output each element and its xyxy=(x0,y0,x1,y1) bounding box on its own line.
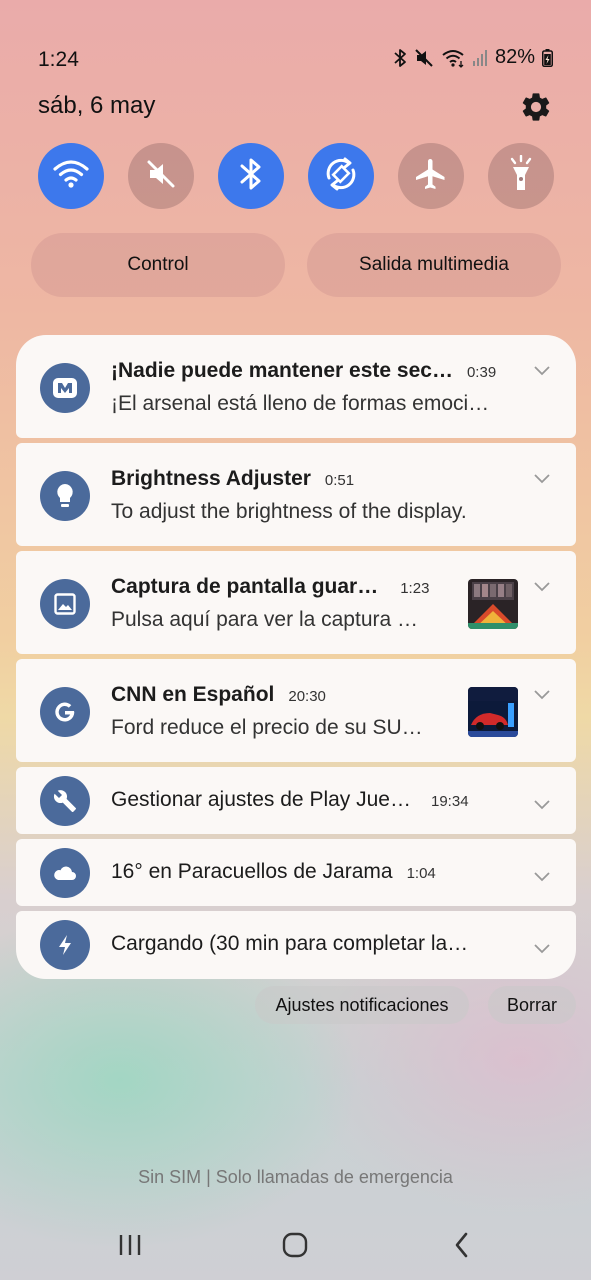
notification-body: Pulsa aquí para ver la captura … xyxy=(111,608,419,631)
chevron-down-icon[interactable] xyxy=(534,869,550,882)
notification-time: 1:04 xyxy=(406,865,436,882)
google-icon xyxy=(40,687,90,737)
sim-status-text: Sin SIM | Solo llamadas de emergencia xyxy=(138,1167,453,1187)
status-time: 1:24 xyxy=(38,48,79,71)
screenshot-thumbnail xyxy=(468,579,518,629)
signal-icon xyxy=(472,49,488,67)
notification-body: Ford reduce el precio de su SU… xyxy=(111,716,423,739)
notification-card[interactable]: Cargando (30 min para completar la… xyxy=(16,911,576,979)
quick-settings xyxy=(38,143,554,209)
chevron-down-icon[interactable] xyxy=(534,797,550,810)
qs-airplane-toggle[interactable] xyxy=(398,143,464,209)
notification-title: ¡Nadie puede mantener este sec… xyxy=(111,359,453,382)
charging-icon xyxy=(40,920,90,970)
notification-body: ¡El arsenal está lleno de formas emoci… xyxy=(111,392,490,415)
gear-icon[interactable] xyxy=(519,90,553,124)
notification-panel: ¡Nadie puede mantener este sec… 0:39 ¡El… xyxy=(16,335,576,979)
mute-icon xyxy=(414,48,434,68)
notification-card[interactable]: Gestionar ajustes de Play Jue… 19:34 xyxy=(16,767,576,834)
chevron-down-icon[interactable] xyxy=(534,941,550,954)
cloud-icon xyxy=(40,848,90,898)
mute-icon xyxy=(145,158,177,195)
notification-title: CNN en Español xyxy=(111,683,275,706)
media-output-button[interactable]: Salida multimedia xyxy=(307,233,561,297)
car-thumbnail xyxy=(468,687,518,737)
bulb-icon xyxy=(40,471,90,521)
control-button[interactable]: Control xyxy=(31,233,285,297)
clear-button[interactable]: Borrar xyxy=(488,986,576,1024)
notification-settings-button[interactable]: Ajustes notificaciones xyxy=(255,986,469,1024)
chevron-down-icon[interactable] xyxy=(534,363,550,376)
chevron-down-icon[interactable] xyxy=(534,579,550,592)
status-bar: 1:24 82% xyxy=(38,46,553,74)
airplane-icon xyxy=(413,156,449,197)
qs-sound-toggle[interactable] xyxy=(128,143,194,209)
notification-title: Captura de pantalla guar… xyxy=(111,575,379,598)
rotate-icon xyxy=(322,155,360,198)
chevron-down-icon[interactable] xyxy=(534,687,550,700)
battery-icon xyxy=(542,48,553,67)
notification-time: 1:23 xyxy=(400,580,430,597)
notification-card[interactable]: Brightness Adjuster 0:51 To adjust the b… xyxy=(16,443,576,546)
notification-time: 19:34 xyxy=(431,793,469,810)
notification-card[interactable]: 16° en Paracuellos de Jarama 1:04 xyxy=(16,839,576,906)
notification-title: Cargando (30 min para completar la… xyxy=(111,932,469,955)
image-icon xyxy=(40,579,90,629)
notification-time: 20:30 xyxy=(288,688,326,705)
recents-icon[interactable] xyxy=(110,1229,150,1261)
back-icon[interactable] xyxy=(442,1229,482,1261)
flashlight-icon xyxy=(507,154,535,198)
game-app-icon xyxy=(40,363,90,413)
notification-title: 16° en Paracuellos de Jarama xyxy=(111,860,393,883)
qs-rotate-toggle[interactable] xyxy=(308,143,374,209)
qs-wifi-toggle[interactable] xyxy=(38,143,104,209)
notification-time: 0:51 xyxy=(324,472,355,489)
wifi-icon xyxy=(52,158,90,195)
notification-card[interactable]: CNN en Español 20:30 Ford reduce el prec… xyxy=(16,659,576,762)
notification-title: Gestionar ajustes de Play Jue… xyxy=(111,788,411,811)
bluetooth-icon xyxy=(239,157,263,196)
qs-flashlight-toggle[interactable] xyxy=(488,143,554,209)
wrench-icon xyxy=(40,776,90,826)
date-label: sáb, 6 may xyxy=(38,92,156,119)
qs-bluetooth-toggle[interactable] xyxy=(218,143,284,209)
notification-time: 0:39 xyxy=(466,364,497,381)
battery-percent: 82% xyxy=(494,46,535,68)
pill-row: Control Salida multimedia xyxy=(31,233,561,297)
notification-card[interactable]: ¡Nadie puede mantener este sec… 0:39 ¡El… xyxy=(16,335,576,438)
notification-card[interactable]: Captura de pantalla guar… 1:23 Pulsa aqu… xyxy=(16,551,576,654)
date-row: sáb, 6 may xyxy=(38,90,553,124)
chevron-down-icon[interactable] xyxy=(534,471,550,484)
wifi-icon xyxy=(441,48,465,68)
bluetooth-icon xyxy=(393,48,407,68)
status-icons: 82% xyxy=(393,46,553,69)
notification-actions: Ajustes notificaciones Borrar xyxy=(255,986,576,1024)
home-icon[interactable] xyxy=(275,1229,315,1261)
notification-title: Brightness Adjuster xyxy=(111,467,311,490)
navigation-bar xyxy=(0,1225,591,1265)
notification-body: To adjust the brightness of the display. xyxy=(111,500,467,523)
